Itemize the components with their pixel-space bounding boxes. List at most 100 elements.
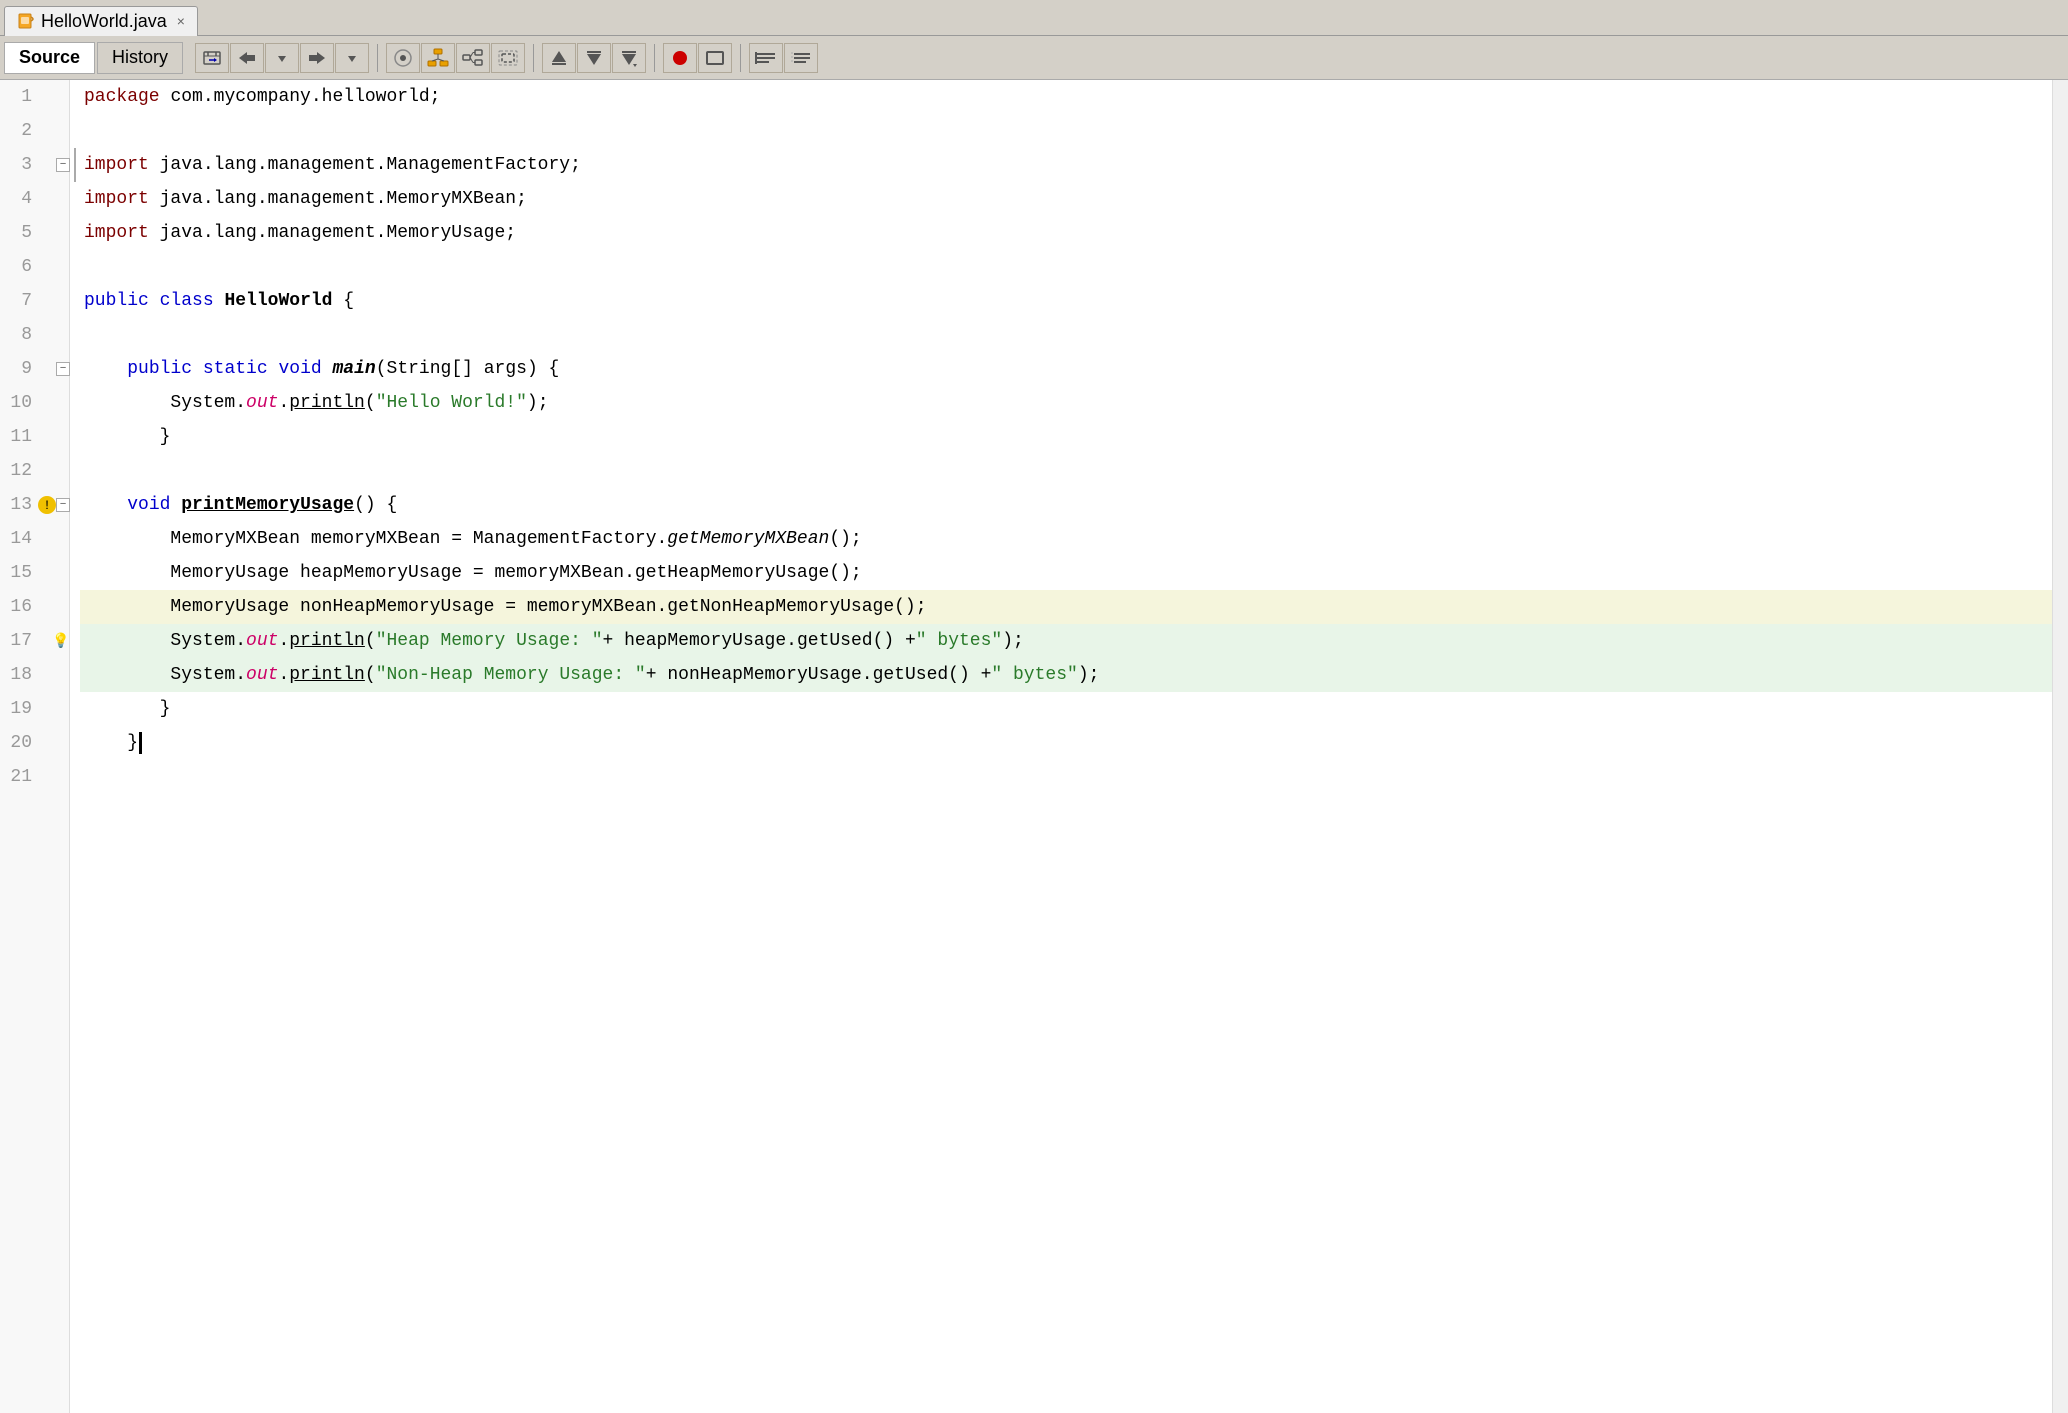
toolbar-divider-3 xyxy=(654,44,655,72)
bulb-icon-17[interactable]: 💡 xyxy=(52,632,70,650)
code-line-10: System.out.println("Hello World!"); xyxy=(80,386,2052,420)
call-hier-icon xyxy=(462,48,484,68)
method-println-3: println xyxy=(289,665,365,685)
gutter-row-13: 13 ! − xyxy=(0,488,69,522)
method-println-2: println xyxy=(289,631,365,651)
prev-annotation-button[interactable] xyxy=(542,43,576,73)
select-enclosing-icon xyxy=(497,48,519,68)
forward-icon xyxy=(307,49,327,67)
next-annotation-button[interactable] xyxy=(577,43,611,73)
gutter-icons-3: − xyxy=(40,158,70,172)
toggle-watchpoint-button[interactable] xyxy=(698,43,732,73)
package-name: com.mycompany.helloworld; xyxy=(170,87,440,107)
string-nonheap: "Non-Heap Memory Usage: " xyxy=(376,665,646,685)
open-decl-icon xyxy=(392,48,414,68)
keyword-public-1: public xyxy=(84,291,149,311)
gutter-row-15: 15 xyxy=(0,556,69,590)
line-num-15: 15 xyxy=(0,563,40,583)
line-num-2: 2 xyxy=(0,121,40,141)
line-num-8: 8 xyxy=(0,325,40,345)
line-num-5: 5 xyxy=(0,223,40,243)
gutter-row-14: 14 xyxy=(0,522,69,556)
line-num-19: 19 xyxy=(0,699,40,719)
keyword-import-3: import xyxy=(84,223,149,243)
line-num-6: 6 xyxy=(0,257,40,277)
uncomment-button[interactable] xyxy=(784,43,818,73)
gutter-row-8: 8 xyxy=(0,318,69,352)
fold-icon-13[interactable]: − xyxy=(56,498,70,512)
code-line-7: public class HelloWorld { xyxy=(80,284,2052,318)
gutter-row-17: 17 💡 xyxy=(0,624,69,658)
code-line-19: } xyxy=(80,692,2052,726)
keyword-void: void xyxy=(278,359,321,379)
toolbar-divider-1 xyxy=(377,44,378,72)
gutter-row-11: 11 xyxy=(0,420,69,454)
code-line-6 xyxy=(80,250,2052,284)
gutter-row-10: 10 xyxy=(0,386,69,420)
gutter-row-21: 21 xyxy=(0,760,69,794)
line-num-9: 9 xyxy=(0,359,40,379)
breakpoint-icon xyxy=(669,48,691,68)
method-main: main xyxy=(333,359,376,379)
tab-close-button[interactable]: × xyxy=(177,13,185,29)
open-type-button[interactable] xyxy=(421,43,455,73)
code-line-8 xyxy=(80,318,2052,352)
gutter-row-19: 19 xyxy=(0,692,69,726)
code-line-17: System.out.println("Heap Memory Usage: "… xyxy=(80,624,2052,658)
code-line-5: import java.lang.management.MemoryUsage; xyxy=(80,216,2052,250)
field-out-3: out xyxy=(246,665,278,685)
fold-icon-3[interactable]: − xyxy=(56,158,70,172)
code-line-9: public static void main(String[] args) { xyxy=(80,352,2052,386)
forward-dropdown[interactable] xyxy=(335,43,369,73)
toolbar-group-2 xyxy=(386,43,525,73)
comment-button[interactable] xyxy=(749,43,783,73)
toggle-breakpoint-button[interactable] xyxy=(663,43,697,73)
import-name-2: java.lang.management.MemoryMXBean; xyxy=(160,189,527,209)
code-editor[interactable]: package com.mycompany.helloworld; import… xyxy=(70,80,2052,1413)
uncomment-icon xyxy=(789,48,813,68)
code-line-21 xyxy=(80,760,2052,794)
code-line-20: } xyxy=(80,726,2052,760)
back-button[interactable] xyxy=(230,43,264,73)
field-out-2: out xyxy=(246,631,278,651)
forward-button[interactable] xyxy=(300,43,334,73)
scrollbar-area[interactable] xyxy=(2052,80,2068,1413)
line-num-17: 17 xyxy=(0,631,40,651)
gutter-row-1: 1 xyxy=(0,80,69,114)
toolbar-group-3 xyxy=(542,43,646,73)
toolbar-group-5 xyxy=(749,43,818,73)
open-declaration-button[interactable] xyxy=(386,43,420,73)
line-num-21: 21 xyxy=(0,767,40,787)
java-icon xyxy=(17,12,35,30)
line-num-20: 20 xyxy=(0,733,40,753)
code-line-16: MemoryUsage nonHeapMemoryUsage = memoryM… xyxy=(80,590,2052,624)
fold-icon-9[interactable]: − xyxy=(56,362,70,376)
last-edit-button[interactable] xyxy=(195,43,229,73)
gutter-row-5: 5 xyxy=(0,216,69,250)
history-tab[interactable]: History xyxy=(97,42,183,74)
code-line-11: } xyxy=(80,420,2052,454)
line-num-14: 14 xyxy=(0,529,40,549)
annot-dropdown-icon xyxy=(619,48,639,68)
tab-bar: HelloWorld.java × xyxy=(0,0,2068,36)
gutter-row-18: 18 xyxy=(0,658,69,692)
comment-icon xyxy=(754,48,778,68)
select-enclosing-button[interactable] xyxy=(491,43,525,73)
open-type-icon xyxy=(427,48,449,68)
line-gutter: 1 2 3 − 4 5 6 7 8 xyxy=(0,80,70,1413)
annot-dropdown-button[interactable] xyxy=(612,43,646,73)
code-line-3: import java.lang.management.ManagementFa… xyxy=(80,148,2052,182)
file-tab[interactable]: HelloWorld.java × xyxy=(4,6,198,36)
open-call-hierarchy-button[interactable] xyxy=(456,43,490,73)
keyword-class: class xyxy=(160,291,214,311)
back-dropdown[interactable] xyxy=(265,43,299,73)
string-heap: "Heap Memory Usage: " xyxy=(376,631,603,651)
line-num-3: 3 xyxy=(0,155,40,175)
string-hello: "Hello World!" xyxy=(376,393,527,413)
source-tab[interactable]: Source xyxy=(4,42,95,74)
line-num-10: 10 xyxy=(0,393,40,413)
line-num-1: 1 xyxy=(0,87,40,107)
import-name-3: java.lang.management.MemoryUsage; xyxy=(160,223,516,243)
code-line-4: import java.lang.management.MemoryMXBean… xyxy=(80,182,2052,216)
string-bytes-2: " bytes" xyxy=(991,665,1077,685)
